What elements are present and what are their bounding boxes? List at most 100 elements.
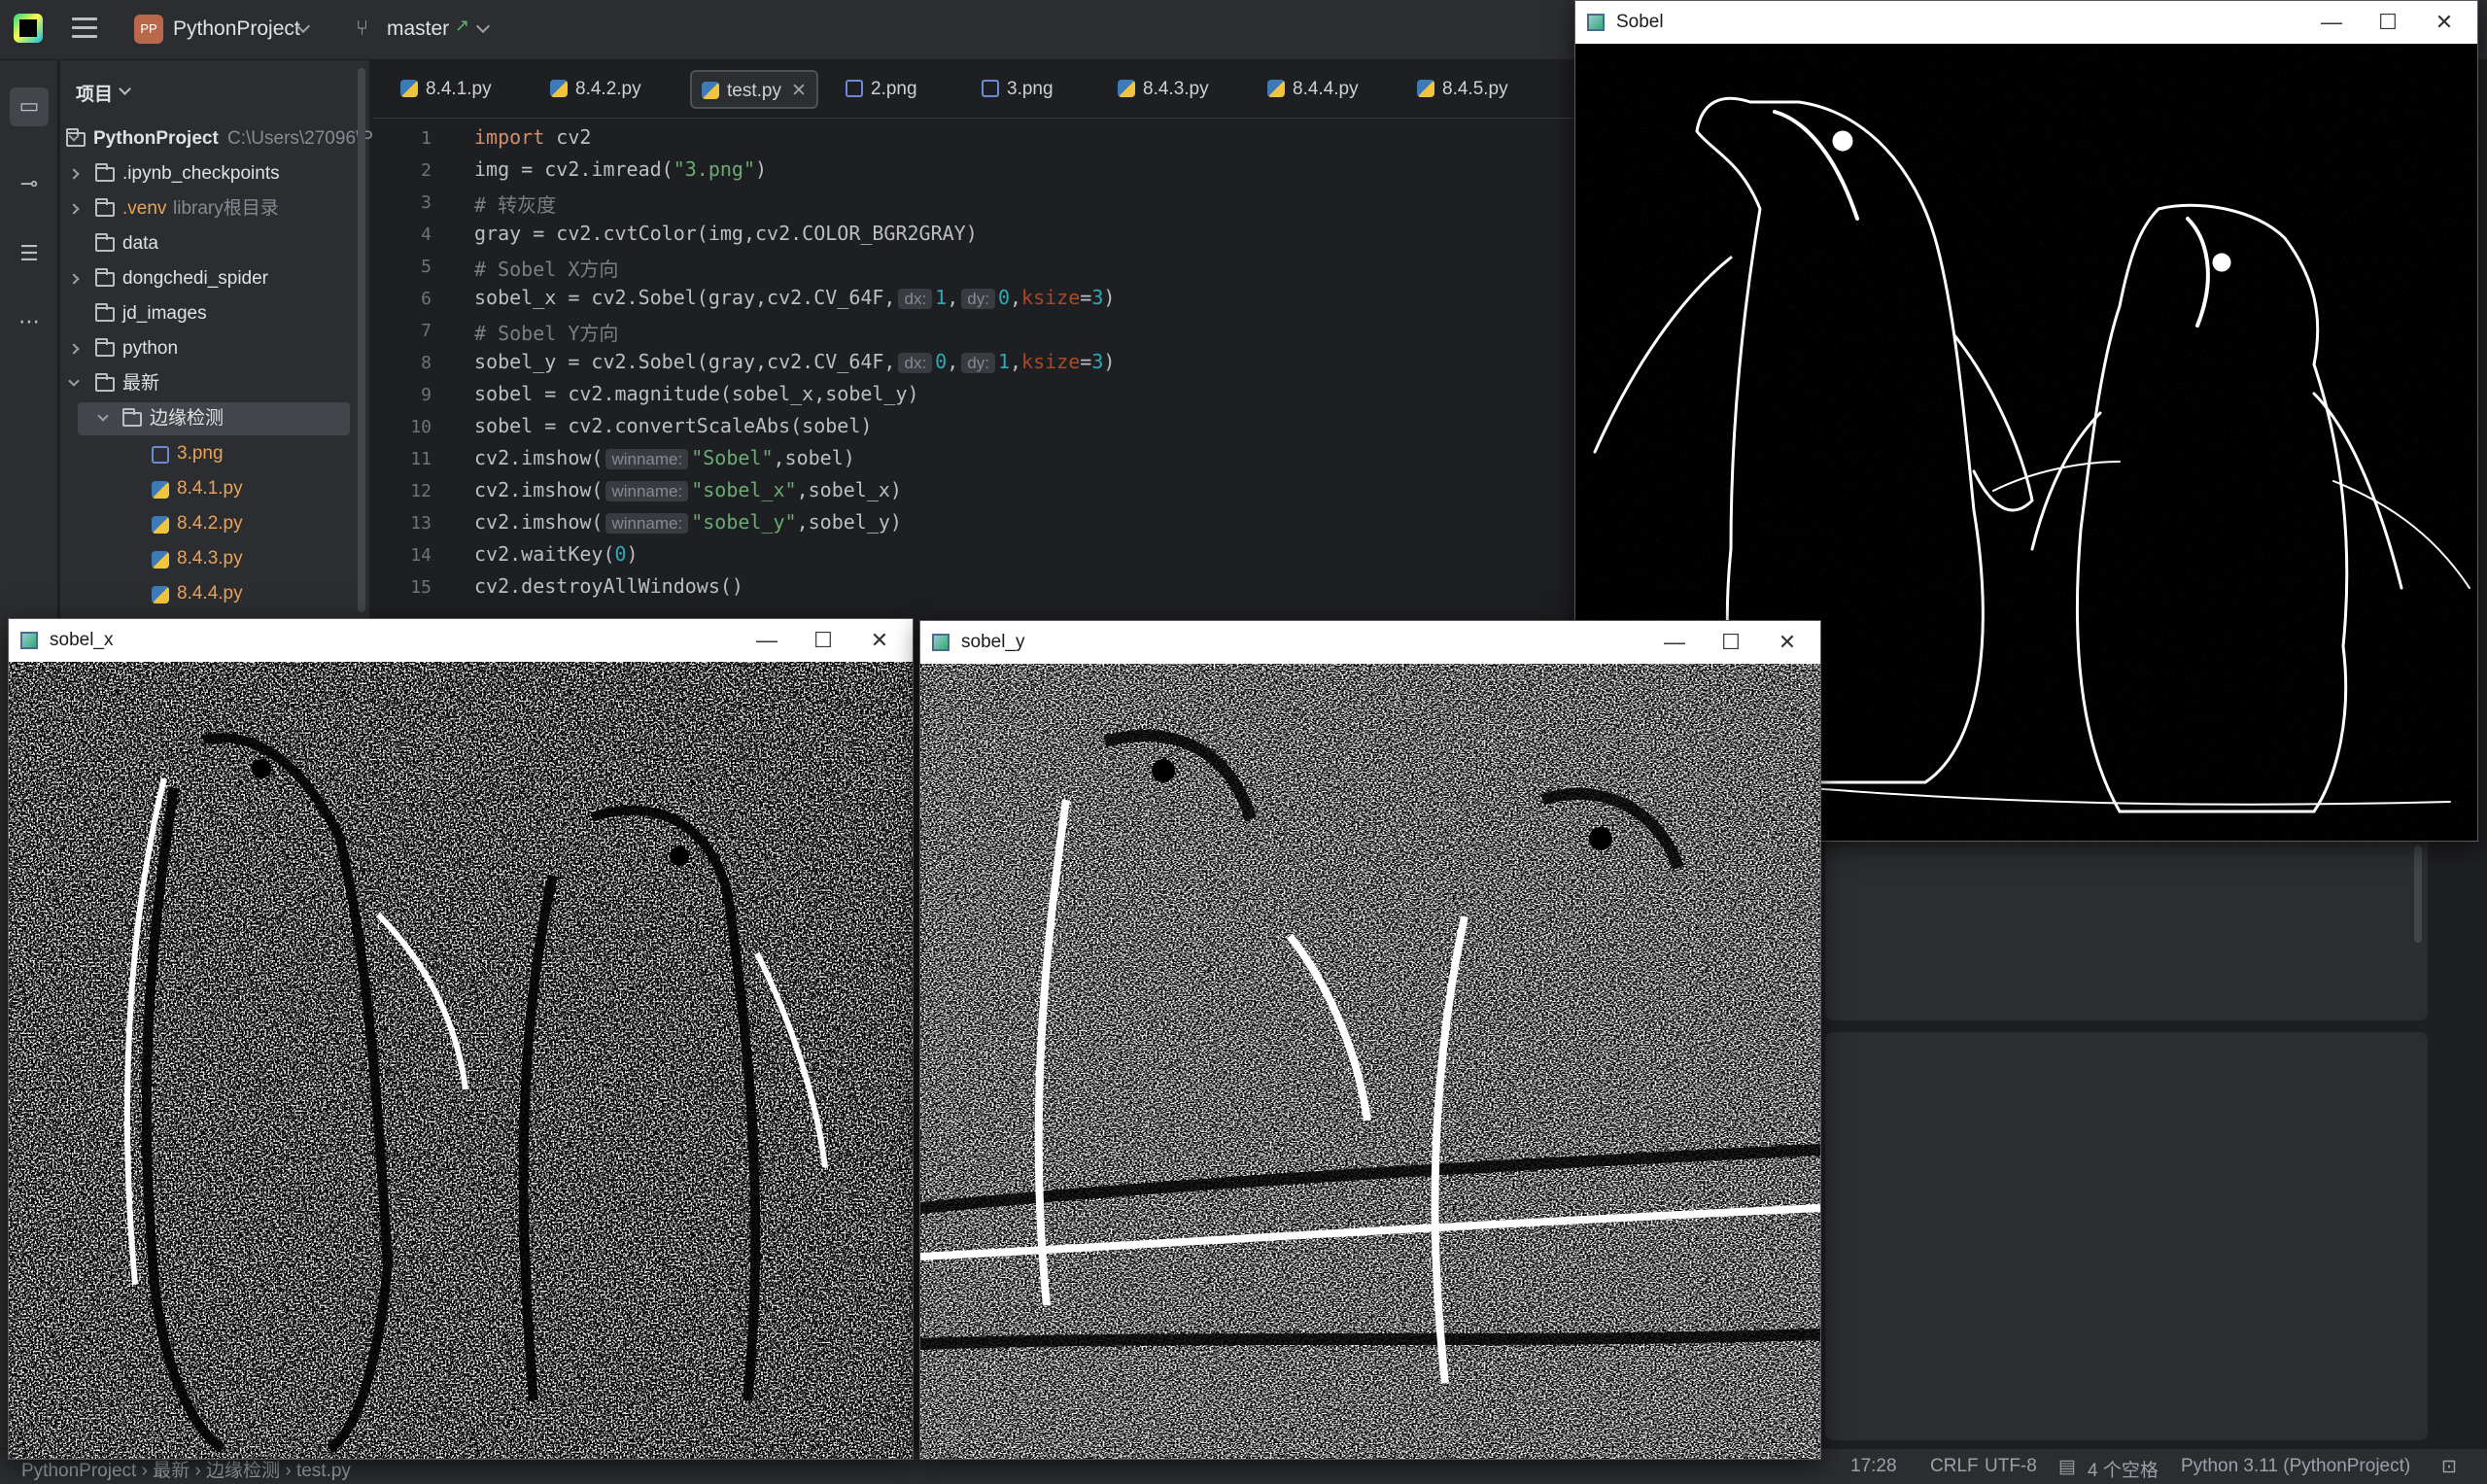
branch-switcher[interactable]: master	[387, 17, 449, 41]
project-scrollbar[interactable]	[358, 68, 365, 612]
line-number: 10	[410, 417, 432, 437]
minimize-icon[interactable]: —	[1655, 627, 1694, 658]
python-file-icon	[400, 80, 418, 97]
tree-item[interactable]: .venv library根目录	[60, 192, 352, 225]
line-number: 8	[421, 353, 432, 373]
tab-3-png[interactable]: 3.png	[982, 70, 1054, 109]
tree-item-selected[interactable]: 边缘检测	[78, 402, 350, 435]
python-file-icon	[550, 80, 568, 97]
image-file-icon	[152, 446, 169, 464]
line-number: 12	[410, 481, 432, 501]
commit-icon[interactable]: ⊸	[10, 165, 49, 204]
sobel-y-window[interactable]: sobel_y — ☐ ✕	[919, 620, 1821, 1460]
tab-8-4-1[interactable]: 8.4.1.py	[400, 70, 492, 109]
python-file-icon	[1267, 80, 1285, 97]
code-line-4: gray = cv2.cvtColor(img,cv2.COLOR_BGR2GR…	[474, 222, 978, 245]
code-line-10: sobel = cv2.convertScaleAbs(sobel)	[474, 414, 873, 437]
tab-8-4-4[interactable]: 8.4.4.py	[1267, 70, 1359, 109]
editor-tab-bar: 8.4.1.py 8.4.2.py test.py ✕ 2.png 3.png 8…	[373, 60, 1578, 119]
structure-icon[interactable]: ☰	[10, 235, 49, 274]
close-icon[interactable]: ✕	[860, 625, 899, 656]
tree-item-label: PythonProject	[93, 128, 219, 149]
git-branch-icon: ⑂	[356, 17, 369, 41]
tree-item-label: 3.png	[177, 443, 224, 464]
python-file-icon	[152, 516, 169, 534]
line-number: 4	[421, 224, 432, 245]
close-icon[interactable]: ✕	[2425, 7, 2464, 38]
tree-item[interactable]: 8.4.2.py	[60, 507, 352, 540]
indent-setting[interactable]: 4 个空格	[2088, 1456, 2159, 1482]
tree-item[interactable]: python	[60, 332, 352, 365]
tree-item[interactable]: 8.4.3.py	[60, 542, 352, 575]
line-number: 5	[421, 257, 432, 277]
minimize-icon[interactable]: —	[2312, 7, 2351, 38]
code-line-12: cv2.imshow(winname: "sobel_x",sobel_x)	[474, 478, 902, 501]
tab-2-png[interactable]: 2.png	[846, 70, 917, 109]
project-switcher[interactable]: PythonProject	[173, 17, 300, 41]
tool-window-panel	[1825, 1032, 2428, 1440]
sobel-y-edge-image	[920, 664, 1820, 1459]
file-encoding[interactable]: UTF-8	[1985, 1456, 2037, 1477]
tree-item[interactable]: 8.4.1.py	[60, 472, 352, 505]
chevron-down-icon[interactable]	[68, 375, 80, 387]
more-icon[interactable]: ⋯	[10, 303, 49, 342]
chevron-right-icon[interactable]	[68, 168, 80, 180]
line-number: 3	[421, 192, 432, 213]
project-panel-title[interactable]: 项目	[76, 80, 113, 106]
tab-test-py[interactable]: test.py ✕	[690, 70, 818, 109]
maximize-icon[interactable]: ☐	[804, 625, 843, 656]
image-file-icon	[846, 80, 863, 97]
main-menu-icon[interactable]	[72, 17, 97, 39]
line-number: 6	[421, 289, 432, 309]
chevron-down-icon[interactable]	[119, 83, 131, 95]
python-file-icon	[152, 481, 169, 499]
app-icon	[932, 634, 950, 651]
tab-8-4-2[interactable]: 8.4.2.py	[550, 70, 641, 109]
caret-position[interactable]: 17:28	[1850, 1456, 1897, 1477]
tab-8-4-5[interactable]: 8.4.5.py	[1417, 70, 1508, 109]
window-title-bar[interactable]: Sobel — ☐ ✕	[1575, 1, 2477, 44]
tree-item[interactable]: data	[60, 227, 352, 260]
code-editor[interactable]: 1 2 3 4 5 6 7 8 9 10 11 12 13 14 15 impo…	[373, 120, 1578, 625]
window-title-bar[interactable]: sobel_x — ☐ ✕	[9, 619, 913, 662]
tab-label: 2.png	[871, 79, 917, 99]
tree-item[interactable]: dongchedi_spider	[60, 262, 352, 295]
app-icon	[1587, 14, 1605, 31]
breadcrumb[interactable]: PythonProject › 最新 › 边缘检测 › test.py	[21, 1456, 351, 1482]
maximize-icon[interactable]: ☐	[2368, 7, 2407, 38]
tree-item-root[interactable]: PythonProject C:\Users\27096\P	[60, 122, 373, 155]
close-tab-icon[interactable]: ✕	[791, 81, 807, 101]
window-title-bar[interactable]: sobel_y — ☐ ✕	[920, 621, 1820, 664]
tree-item[interactable]: 8.4.4.py	[60, 577, 352, 610]
project-panel: 项目 PythonProject C:\Users\27096\P .ipynb…	[60, 60, 373, 624]
tree-item-label: python	[122, 338, 179, 359]
tab-8-4-3[interactable]: 8.4.3.py	[1118, 70, 1209, 109]
chevron-down-icon[interactable]	[97, 410, 109, 422]
chevron-right-icon[interactable]	[68, 273, 80, 285]
python-file-icon	[1118, 80, 1135, 97]
minimize-icon[interactable]: —	[747, 625, 786, 656]
panel-scrollbar[interactable]	[2414, 846, 2422, 943]
folder-icon[interactable]: ▭	[10, 87, 49, 126]
maximize-icon[interactable]: ☐	[1711, 627, 1750, 658]
tree-item[interactable]: jd_images	[60, 297, 352, 330]
app-icon	[20, 632, 38, 649]
close-icon[interactable]: ✕	[1768, 627, 1807, 658]
python-file-icon	[1417, 80, 1434, 97]
tree-item[interactable]: .ipynb_checkpoints	[60, 157, 352, 190]
chevron-right-icon[interactable]	[68, 343, 80, 355]
sobel-x-window[interactable]: sobel_x — ☐ ✕	[8, 618, 914, 1460]
tree-item-label: dongchedi_spider	[122, 268, 269, 289]
lock-icon[interactable]: ⊡	[2441, 1456, 2457, 1478]
code-line-6: sobel_x = cv2.Sobel(gray,cv2.CV_64F, dx: 1…	[474, 286, 1116, 309]
folder-icon	[95, 198, 115, 217]
interpreter-selector[interactable]: Python 3.11 (PythonProject)	[2181, 1456, 2410, 1477]
tree-item[interactable]: 最新	[60, 367, 352, 400]
code-line-7: # Sobel Y方向	[474, 322, 619, 345]
chevron-right-icon[interactable]	[68, 203, 80, 215]
tree-item[interactable]: 3.png	[60, 437, 352, 470]
line-separator[interactable]: CRLF	[1930, 1456, 1979, 1477]
chevron-down-icon[interactable]	[475, 18, 491, 34]
project-badge[interactable]: PP	[134, 15, 163, 44]
tree-item-label: .venv	[122, 198, 167, 219]
